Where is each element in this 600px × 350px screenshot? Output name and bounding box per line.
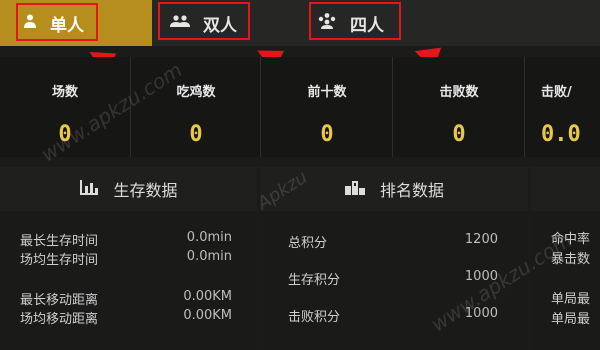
stat-label: 吃鸡数	[176, 85, 216, 100]
stat-matches: 场数 0	[0, 57, 130, 157]
survival-panel: 最长生存时间 0.0min 场均生存时间 0.0min 最长移动距离 0.00K…	[0, 212, 257, 350]
row-value: 1200	[464, 232, 498, 247]
row-label: 总积分	[288, 236, 328, 251]
stat-label: 场数	[51, 85, 78, 100]
survival-section-header: 生存数据	[0, 167, 257, 211]
survival-section-title: 生存数据	[113, 181, 178, 200]
row-label: 单局最	[551, 292, 591, 307]
ranking-row: 生存积分 1000	[288, 269, 498, 288]
row-label: 场均生存时间	[20, 253, 99, 268]
stat-value: 0	[189, 122, 203, 147]
row-label: 命中率	[551, 232, 591, 247]
ranking-panel: 总积分 1200 生存积分 1000 击败积分 1000	[260, 212, 528, 350]
stat-chicken-dinners: 吃鸡数 0	[130, 57, 261, 157]
row-value: 0.0min	[186, 249, 232, 264]
row-value: 1000	[464, 269, 498, 284]
combat-row: 单局最	[551, 308, 600, 327]
stat-kd: 击败/ 0.0	[524, 57, 600, 157]
survival-row: 场均移动距离 0.00KM	[20, 308, 232, 327]
stats-row: 场数 0 吃鸡数 0 前十数 0 击败数 0 击败/ 0.0	[0, 57, 600, 157]
row-label: 最长移动距离	[20, 293, 99, 308]
survival-row: 场均生存时间 0.0min	[20, 249, 232, 268]
row-label: 最长生存时间	[20, 234, 99, 249]
combat-row: 命中率	[551, 228, 600, 247]
stat-value: 0	[320, 122, 334, 147]
podium-icon	[344, 178, 366, 200]
ranking-row: 总积分 1200	[288, 232, 498, 251]
survival-row: 最长移动距离 0.00KM	[20, 289, 232, 308]
stat-label: 击败/	[541, 85, 572, 100]
survival-row: 最长生存时间 0.0min	[20, 230, 232, 249]
stat-value: 0	[452, 122, 466, 147]
stat-value: 0.0	[541, 122, 581, 147]
bar-chart-icon	[79, 178, 99, 200]
stat-value: 0	[58, 122, 72, 147]
row-label: 场均移动距离	[20, 312, 99, 327]
row-label: 单局最	[551, 312, 591, 327]
row-label: 生存积分	[288, 273, 341, 288]
ranking-section-header: 排名数据	[260, 167, 528, 211]
stat-kills: 击败数 0	[392, 57, 525, 157]
row-label: 暴击数	[551, 252, 591, 267]
ranking-row: 击败积分 1000	[288, 306, 498, 325]
row-value: 1000	[464, 306, 498, 321]
row-value: 0.0min	[186, 230, 232, 245]
ranking-section-title: 排名数据	[379, 181, 444, 200]
row-value: 0.00KM	[183, 308, 232, 323]
stat-top-ten: 前十数 0	[260, 57, 393, 157]
combat-row: 暴击数	[551, 248, 600, 267]
combat-section-header	[531, 167, 600, 211]
combat-panel: 命中率 暴击数 单局最 单局最	[531, 212, 600, 350]
stat-label: 前十数	[307, 85, 347, 100]
stat-label: 击败数	[439, 85, 479, 100]
row-label: 击败积分	[288, 310, 341, 325]
combat-row: 单局最	[551, 288, 600, 307]
row-value: 0.00KM	[183, 289, 232, 304]
